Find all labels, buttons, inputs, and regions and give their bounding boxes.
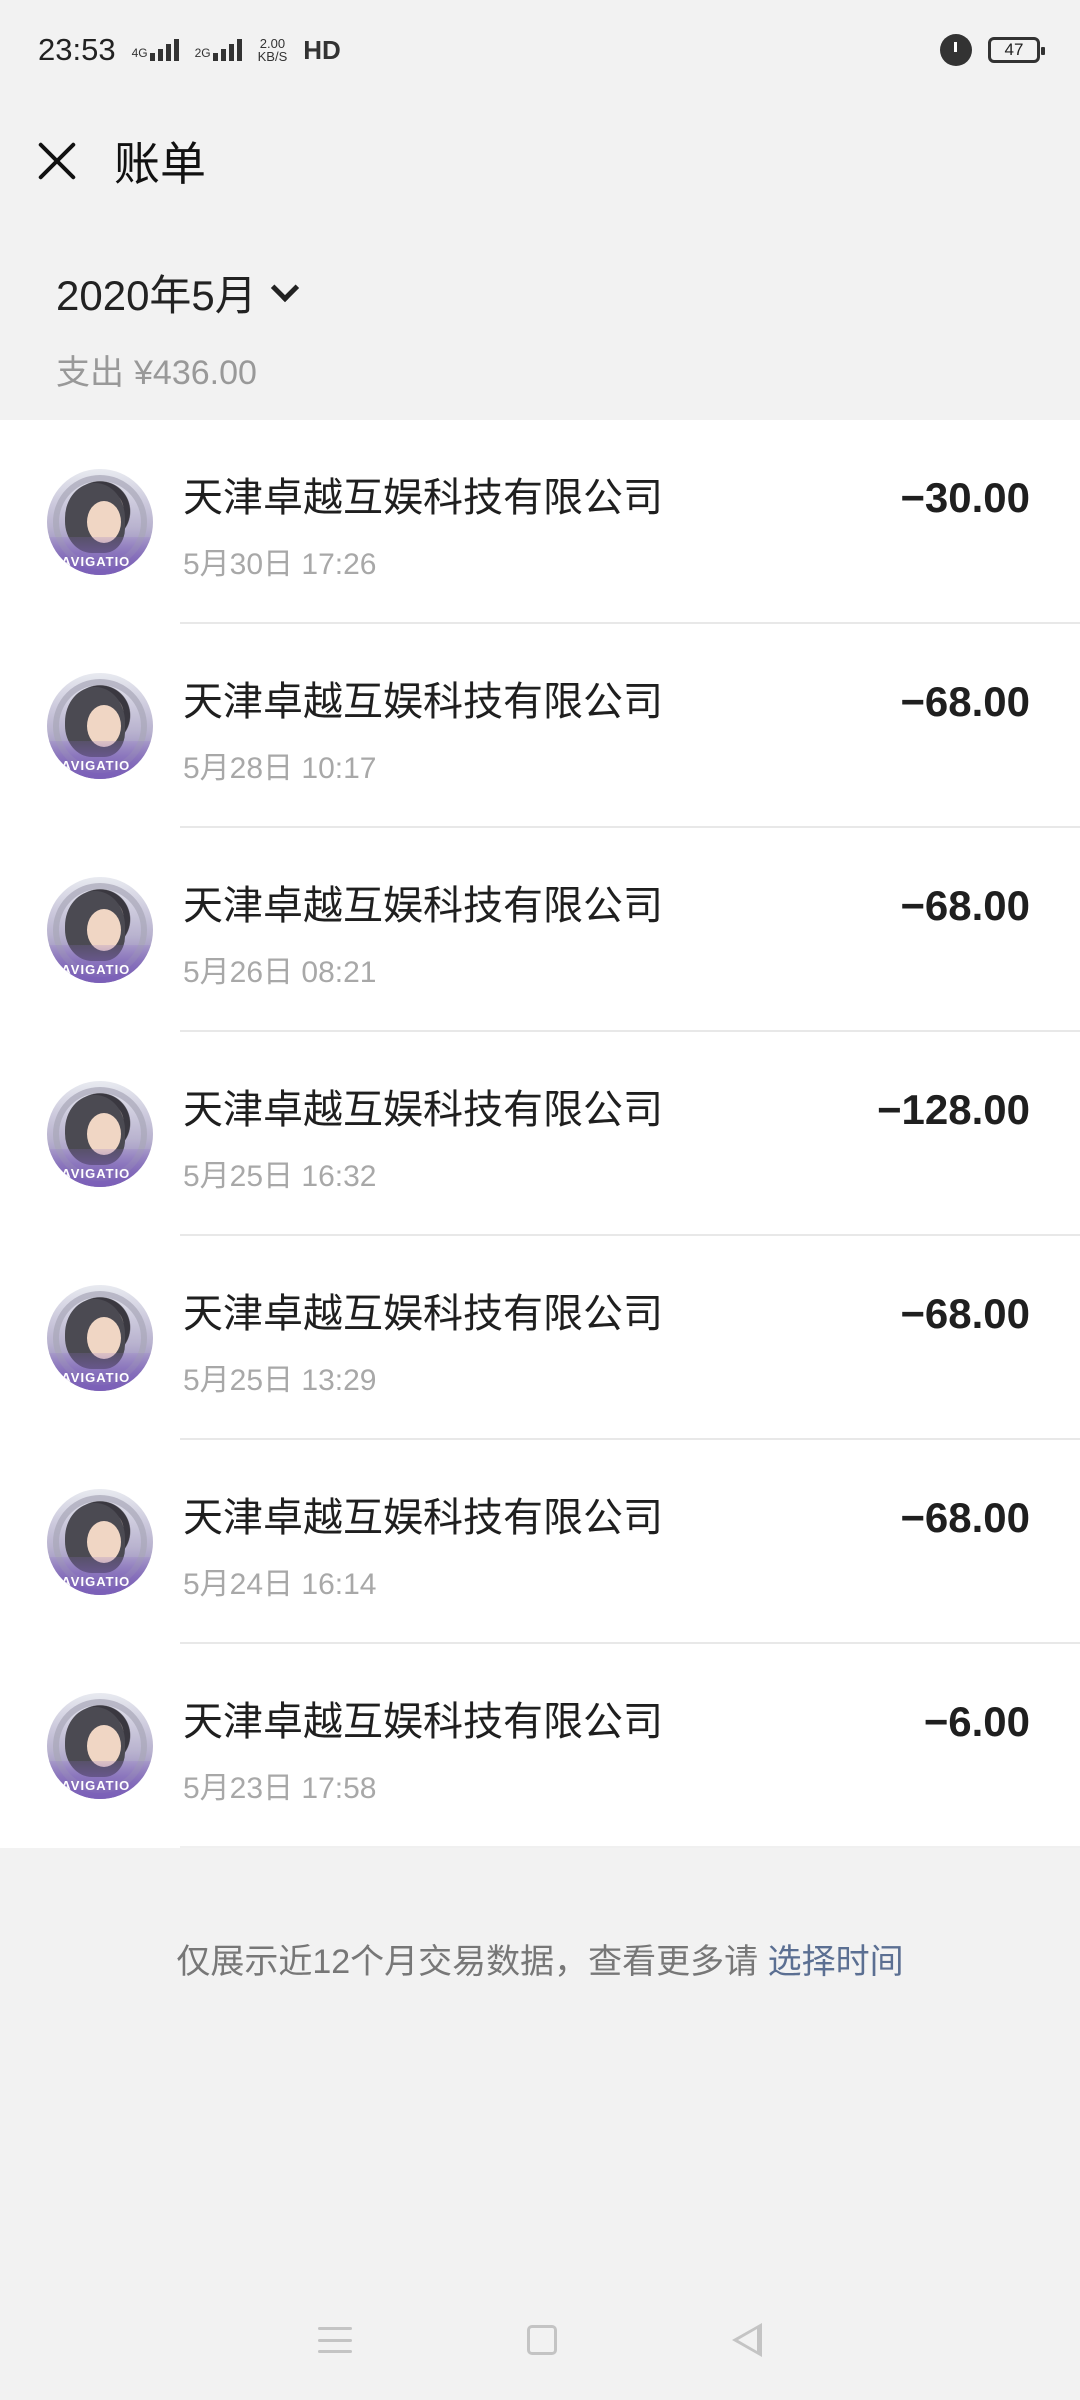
avatar-text: NAVIGATIO <box>51 1778 131 1793</box>
merchant-name: 天津卓越互娱科技有限公司 <box>183 1700 663 1744</box>
merchant-avatar: NAVIGATIO <box>47 1285 153 1391</box>
merchant-avatar: NAVIGATIO <box>47 1081 153 1187</box>
month-selector[interactable]: 2020年5月 <box>56 262 299 323</box>
transaction-row[interactable]: NAVIGATIO 天津卓越互娱科技有限公司 5月26日 08:21 −68.00 <box>0 828 1080 1032</box>
close-icon[interactable] <box>36 140 78 182</box>
chevron-down-icon <box>270 273 299 302</box>
merchant-avatar: NAVIGATIO <box>47 1489 153 1595</box>
speed-unit: KB/S <box>257 49 288 64</box>
signal-bars-icon <box>212 39 242 61</box>
spend-label: 支出 <box>56 354 124 392</box>
merchant-avatar: NAVIGATIO <box>47 469 153 575</box>
transaction-amount: −30.00 <box>900 474 1030 521</box>
battery-level: 47 <box>1004 40 1024 59</box>
back-icon[interactable] <box>732 2323 763 2357</box>
merchant-name: 天津卓越互娱科技有限公司 <box>183 476 663 520</box>
page-title: 账单 <box>114 138 206 190</box>
transaction-time: 5月30日 17:26 <box>183 548 377 581</box>
battery-icon: 47 <box>988 37 1045 63</box>
system-nav-bar <box>0 2280 1080 2400</box>
transaction-time: 5月24日 16:14 <box>183 1568 377 1601</box>
transaction-info: 天津卓越互娱科技有限公司 5月28日 10:17 <box>183 665 900 787</box>
transaction-row[interactable]: NAVIGATIO 天津卓越互娱科技有限公司 5月23日 17:58 −6.00 <box>0 1644 1080 1848</box>
signal-indicator-1: 4G <box>132 39 179 61</box>
transaction-amount: −68.00 <box>900 678 1030 725</box>
signal-bars-icon <box>149 39 179 61</box>
alarm-icon <box>940 34 972 66</box>
merchant-name: 天津卓越互娱科技有限公司 <box>183 1088 663 1132</box>
home-icon[interactable] <box>526 2325 557 2355</box>
merchant-avatar: NAVIGATIO <box>47 877 153 983</box>
transaction-time: 5月23日 17:58 <box>183 1772 377 1805</box>
merchant-avatar: NAVIGATIO <box>47 1693 153 1799</box>
signal-indicator-2: 2G <box>195 39 242 61</box>
transaction-info: 天津卓越互娱科技有限公司 5月24日 16:14 <box>183 1481 900 1603</box>
title-bar: 账单 <box>0 100 1080 222</box>
transaction-row[interactable]: NAVIGATIO 天津卓越互娱科技有限公司 5月24日 16:14 −68.00 <box>0 1440 1080 1644</box>
transaction-info: 天津卓越互娱科技有限公司 5月25日 13:29 <box>183 1277 900 1399</box>
avatar-text: NAVIGATIO <box>51 554 131 569</box>
status-left: 23:53 4G 2G 2.00 KB/S HD <box>38 32 341 68</box>
transaction-row[interactable]: NAVIGATIO 天津卓越互娱科技有限公司 5月25日 13:29 −68.00 <box>0 1236 1080 1440</box>
avatar-text: NAVIGATIO <box>51 1574 131 1589</box>
transaction-info: 天津卓越互娱科技有限公司 5月23日 17:58 <box>183 1685 924 1807</box>
select-time-link[interactable]: 选择时间 <box>768 1943 904 1981</box>
bill-summary: 2020年5月 支出 ¥436.00 <box>0 222 1080 420</box>
avatar-text: NAVIGATIO <box>51 1166 131 1181</box>
status-bar: 23:53 4G 2G 2.00 KB/S HD 47 <box>0 0 1080 100</box>
spend-amount: ¥436.00 <box>134 354 257 392</box>
transaction-amount: −6.00 <box>923 1698 1030 1745</box>
transaction-amount: −128.00 <box>877 1086 1030 1133</box>
network-speed: 2.00 KB/S <box>258 37 288 63</box>
menu-icon[interactable] <box>317 2327 352 2353</box>
transaction-row[interactable]: NAVIGATIO 天津卓越互娱科技有限公司 5月28日 10:17 −68.00 <box>0 624 1080 828</box>
merchant-name: 天津卓越互娱科技有限公司 <box>183 884 663 928</box>
avatar-text: NAVIGATIO <box>51 1370 131 1385</box>
merchant-name: 天津卓越互娱科技有限公司 <box>183 1496 663 1540</box>
network-type-1: 4G <box>131 46 148 60</box>
transaction-list: NAVIGATIO 天津卓越互娱科技有限公司 5月30日 17:26 −30.00 NA… <box>0 420 1080 1848</box>
footer-note: 仅展示近12个月交易数据，查看更多请 选择时间 <box>0 1934 1080 1983</box>
spend-total: 支出 ¥436.00 <box>56 345 1024 394</box>
footer-note-text: 仅展示近12个月交易数据，查看更多请 <box>176 1943 768 1981</box>
transaction-info: 天津卓越互娱科技有限公司 5月25日 16:32 <box>183 1073 877 1195</box>
merchant-name: 天津卓越互娱科技有限公司 <box>183 1292 663 1336</box>
transaction-amount: −68.00 <box>900 1494 1030 1541</box>
transaction-amount: −68.00 <box>900 1290 1030 1337</box>
merchant-name: 天津卓越互娱科技有限公司 <box>183 680 663 724</box>
status-right: 47 <box>940 34 1045 66</box>
avatar-text: NAVIGATIO <box>51 758 131 773</box>
hd-indicator: HD <box>303 34 341 65</box>
transaction-time: 5月25日 13:29 <box>183 1364 377 1397</box>
network-type-2: 2G <box>194 46 211 60</box>
transaction-row[interactable]: NAVIGATIO 天津卓越互娱科技有限公司 5月25日 16:32 −128.00 <box>0 1032 1080 1236</box>
month-label: 2020年5月 <box>56 272 257 319</box>
transaction-info: 天津卓越互娱科技有限公司 5月26日 08:21 <box>183 869 900 991</box>
transaction-info: 天津卓越互娱科技有限公司 5月30日 17:26 <box>183 461 900 583</box>
avatar-text: NAVIGATIO <box>51 962 131 977</box>
transaction-time: 5月25日 16:32 <box>183 1160 377 1193</box>
merchant-avatar: NAVIGATIO <box>47 673 153 779</box>
transaction-amount: −68.00 <box>900 882 1030 929</box>
transaction-row[interactable]: NAVIGATIO 天津卓越互娱科技有限公司 5月30日 17:26 −30.00 <box>0 420 1080 624</box>
transaction-time: 5月26日 08:21 <box>183 956 377 989</box>
transaction-time: 5月28日 10:17 <box>183 752 377 785</box>
status-time: 23:53 <box>38 32 116 67</box>
